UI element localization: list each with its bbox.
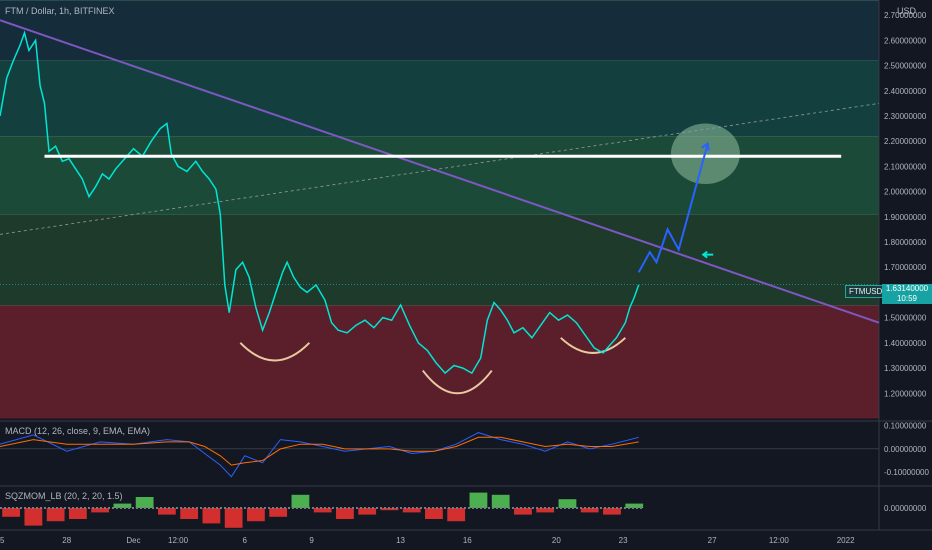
momentum-bar: [135, 497, 154, 508]
time-tick-label: 16: [463, 536, 472, 545]
time-tick-label: 28: [62, 536, 71, 545]
momentum-bar: [269, 508, 288, 517]
zone-band-0: [0, 305, 879, 419]
momentum-bar: [202, 508, 221, 524]
macd-tick-label: 0.00000000: [884, 445, 927, 454]
price-tick-label: 1.30000000: [884, 364, 927, 373]
chart-title: FTM / Dollar, 1h, BITFINEX: [5, 6, 115, 16]
momentum-tick-label: 0.00000000: [884, 504, 927, 513]
price-tick-label: 1.40000000: [884, 339, 927, 348]
trading-chart[interactable]: 2.700000002.600000002.500000002.40000000…: [0, 0, 932, 550]
price-tick-label: 2.00000000: [884, 188, 927, 197]
momentum-bar: [247, 508, 265, 522]
last-price-label: 1.63140000 10:59: [882, 284, 932, 304]
zone-band-1: [0, 214, 879, 306]
time-tick-label: 25: [0, 536, 5, 545]
price-tick-label: 1.20000000: [884, 389, 927, 398]
momentum-bar: [425, 508, 443, 519]
sqzmom-indicator-title[interactable]: SQZMOM_LB (20, 2, 20, 1.5): [5, 491, 123, 501]
macd-signal-line: [0, 436, 639, 466]
momentum-bar: [491, 494, 510, 508]
time-tick-label: 20: [552, 536, 561, 545]
price-tick-label: 2.60000000: [884, 36, 927, 45]
momentum-bar: [291, 494, 310, 508]
momentum-bar: [24, 508, 43, 526]
macd-indicator-title[interactable]: MACD (12, 26, close, 9, EMA, EMA): [5, 426, 150, 436]
macd-tick-label: 0.10000000: [884, 422, 927, 431]
zone-band-4: [0, 0, 879, 61]
price-tick-label: 2.30000000: [884, 112, 927, 121]
symbol-tag: FTMUSD: [845, 285, 887, 298]
time-tick-label: Dec: [126, 536, 140, 545]
price-tick-label: 2.10000000: [884, 162, 927, 171]
price-tick-label: 2.20000000: [884, 137, 927, 146]
currency-label: USD: [897, 6, 917, 16]
last-price: 1.63140000: [885, 284, 929, 293]
zone-band-3: [0, 60, 879, 137]
momentum-bar: [469, 492, 488, 508]
momentum-bar: [2, 508, 21, 517]
price-tick-label: 1.50000000: [884, 314, 927, 323]
time-tick-label: 2022: [837, 536, 855, 545]
price-tick-label: 2.50000000: [884, 62, 927, 71]
macd-tick-label: -0.10000000: [884, 468, 929, 477]
price-tick-label: 1.80000000: [884, 238, 927, 247]
macd-line: [0, 432, 639, 478]
price-tick-label: 1.70000000: [884, 263, 927, 272]
price-tick-label: 1.90000000: [884, 213, 927, 222]
time-tick-label: 27: [708, 536, 717, 545]
bar-countdown: 10:59: [896, 294, 918, 303]
momentum-bar: [336, 508, 354, 519]
time-tick-label: 23: [619, 536, 628, 545]
momentum-bar: [558, 499, 577, 508]
momentum-bar: [180, 508, 199, 519]
momentum-bar: [46, 508, 65, 522]
time-tick-label: 9: [309, 536, 314, 545]
time-tick-label: 13: [396, 536, 405, 545]
zone-band-2: [0, 136, 879, 215]
momentum-bar: [447, 508, 466, 522]
momentum-bar: [224, 508, 243, 528]
price-tick-label: 2.40000000: [884, 87, 927, 96]
time-tick-label: 6: [243, 536, 248, 545]
time-tick-label: 12:00: [168, 536, 189, 545]
momentum-bar: [68, 508, 87, 519]
time-tick-label: 12:00: [769, 536, 790, 545]
chart-stage: 2.70000000 2.60000000 2.50000000 2.40000000…: [0, 0, 932, 550]
